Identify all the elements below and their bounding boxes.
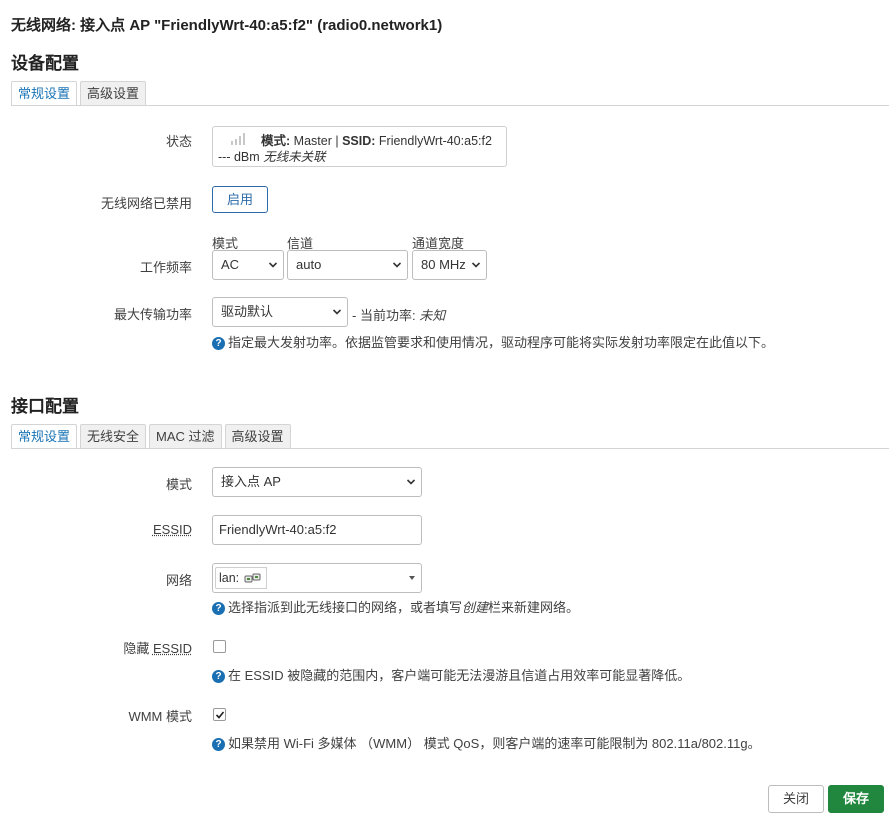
iface-mode-value: 接入点 AP xyxy=(221,474,281,489)
status-label: 状态 xyxy=(165,134,192,149)
hidden-essid-help: ? 在 ESSID 被隐藏的范围内，客户端可能无法漫游且信道占用效率可能显著降低。 xyxy=(212,665,690,684)
hidden-essid-label-a: 隐藏 xyxy=(123,641,153,656)
status-ssid-key: SSID: xyxy=(342,134,376,148)
network-help-em: 创建 xyxy=(462,600,489,615)
iface-mode-select[interactable]: 接入点 AP xyxy=(212,467,422,497)
essid-label: ESSID xyxy=(12,522,192,537)
wmm-help-text: 如果禁用 Wi-Fi 多媒体 （WMM） 模式 QoS，则客户端的速率可能限制为… xyxy=(228,736,761,751)
device-config-title: 设备配置 xyxy=(11,54,79,73)
device-tabs: 常规设置 高级设置 xyxy=(11,81,147,106)
chevron-down-icon xyxy=(407,479,415,485)
wmm-label: WMM 模式 xyxy=(128,709,192,724)
status-assoc: 无线未关联 xyxy=(263,150,326,164)
txpower-current-prefix: - 当前功率: xyxy=(352,308,416,323)
network-help: ? 选择指派到此无线接口的网络，或者填写创建栏来新建网络。 xyxy=(212,597,579,616)
tab-device-advanced[interactable]: 高级设置 xyxy=(80,81,147,105)
status-signal: --- dBm xyxy=(218,150,260,164)
freq-channel-value: auto xyxy=(296,257,322,272)
txpower-help-text: 指定最大发射功率。依据监管要求和使用情况，驱动程序可能将实际发射功率限定在此值以… xyxy=(228,335,775,350)
freq-width-select[interactable]: 80 MHz xyxy=(412,250,487,280)
signal-bars-icon xyxy=(231,133,245,145)
hidden-essid-help-text: 在 ESSID 被隐藏的范围内，客户端可能无法漫游且信道占用效率可能显著降低。 xyxy=(228,668,691,683)
chevron-down-icon xyxy=(333,309,341,315)
tab-iface-mac-filter[interactable]: MAC 过滤 xyxy=(149,424,222,448)
freq-label: 工作频率 xyxy=(139,260,192,275)
hidden-essid-label: 隐藏 ESSID xyxy=(12,638,192,657)
network-divider xyxy=(266,567,267,589)
hidden-essid-label-b: ESSID xyxy=(152,641,192,656)
iface-config-title: 接口配置 xyxy=(11,397,79,416)
essid-label-text: ESSID xyxy=(152,522,192,537)
wireless-disabled-label: 无线网络已禁用 xyxy=(100,196,192,211)
freq-mode-value: AC xyxy=(221,257,240,272)
question-circle-icon: ? xyxy=(212,670,225,683)
chevron-down-icon xyxy=(269,262,277,268)
wmm-help: ? 如果禁用 Wi-Fi 多媒体 （WMM） 模式 QoS，则客户端的速率可能限制… xyxy=(212,733,761,752)
chevron-down-icon xyxy=(393,262,401,268)
status-box: 模式: Master | SSID: FriendlyWrt-40:a5:f2 … xyxy=(212,126,507,167)
question-circle-icon: ? xyxy=(212,337,225,350)
tab-iface-general[interactable]: 常规设置 xyxy=(11,424,78,449)
tab-divider xyxy=(11,105,889,106)
status-ssid-value: FriendlyWrt-40:a5:f2 xyxy=(378,134,492,148)
freq-channel-select[interactable]: auto xyxy=(287,250,408,280)
iface-mode-label: 模式 xyxy=(165,477,192,492)
status-sep: | xyxy=(335,134,339,148)
question-circle-icon: ? xyxy=(212,602,225,615)
freq-mode-select[interactable]: AC xyxy=(212,250,284,280)
save-button[interactable]: 保存 xyxy=(828,785,884,813)
iface-tabs: 常规设置 无线安全 MAC 过滤 高级设置 xyxy=(11,424,291,449)
tab-iface-advanced[interactable]: 高级设置 xyxy=(224,424,291,448)
freq-width-value: 80 MHz xyxy=(421,257,466,272)
network-chip-label: lan: xyxy=(219,571,240,585)
page-title: 无线网络: 接入点 AP "FriendlyWrt-40:a5:f2" (rad… xyxy=(11,17,443,34)
txpower-help: ? 指定最大发射功率。依据监管要求和使用情况，驱动程序可能将实际发射功率限定在此值… xyxy=(212,332,774,351)
enable-button[interactable]: 启用 xyxy=(212,186,268,213)
wmm-checkbox[interactable] xyxy=(213,708,226,721)
chevron-down-icon xyxy=(472,262,480,268)
txpower-label: 最大传输功率 xyxy=(113,307,192,322)
network-ports-icon xyxy=(244,573,261,583)
network-help-b: 栏来新建网络。 xyxy=(488,600,580,615)
txpower-current: - 当前功率: 未知 xyxy=(352,305,445,324)
hidden-essid-checkbox[interactable] xyxy=(213,640,226,653)
caret-down-icon[interactable] xyxy=(409,576,415,580)
tab-device-general[interactable]: 常规设置 xyxy=(11,81,78,106)
checkmark-icon xyxy=(215,711,225,719)
txpower-select[interactable]: 驱动默认 xyxy=(212,297,348,327)
network-chip[interactable]: lan: xyxy=(215,567,267,589)
txpower-value: 驱动默认 xyxy=(221,304,274,319)
network-label: 网络 xyxy=(165,573,192,588)
tab-divider xyxy=(11,448,889,449)
txpower-current-value: 未知 xyxy=(419,308,446,323)
network-dropdown[interactable]: lan: xyxy=(212,563,422,593)
essid-input[interactable]: FriendlyWrt-40:a5:f2 xyxy=(212,515,422,545)
network-help-a: 选择指派到此无线接口的网络，或者填写 xyxy=(228,600,463,615)
status-line-2: --- dBm 无线未关联 xyxy=(218,146,326,165)
tab-iface-security[interactable]: 无线安全 xyxy=(80,424,147,448)
question-circle-icon: ? xyxy=(212,738,225,751)
close-button[interactable]: 关闭 xyxy=(768,785,824,813)
